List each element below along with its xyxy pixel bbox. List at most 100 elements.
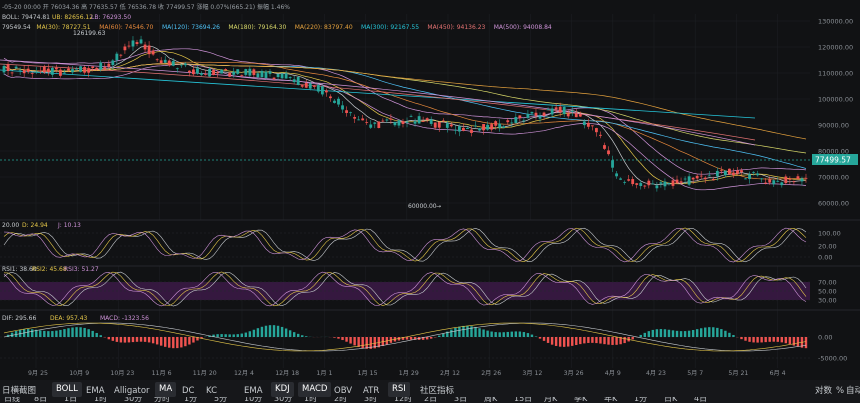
- macd-bar: [486, 330, 489, 337]
- candle-body: [268, 71, 272, 74]
- timeframe-23[interactable]: 4日: [694, 397, 707, 403]
- macd-bar: [695, 329, 699, 337]
- timeframe-3[interactable]: 1时: [94, 397, 107, 403]
- candle-body: [603, 145, 606, 149]
- timeframe-13[interactable]: 12时: [394, 397, 412, 403]
- candle-body: [139, 39, 143, 44]
- timeframe-0[interactable]: 日线: [4, 397, 20, 403]
- candle-body: [728, 168, 731, 175]
- macd-bar: [534, 336, 538, 337]
- candle-body: [554, 107, 558, 110]
- price-axis-label: 60000.00: [818, 200, 849, 208]
- timeframe-4[interactable]: 30分: [124, 397, 142, 403]
- macd-bar: [699, 328, 703, 337]
- candle-body: [578, 114, 582, 117]
- macd-bar: [67, 328, 70, 337]
- candle-body: [659, 182, 663, 184]
- ma-info: 79549.54 MA(30): 78727.51 MA(60): 74546.70…: [2, 24, 552, 31]
- price-chart[interactable]: 77499.57 126199.63 60000.00 → 130000.00 1…: [0, 0, 860, 380]
- timeframe-15[interactable]: 3日: [454, 397, 467, 403]
- candle-body: [655, 185, 659, 189]
- timeframe-14[interactable]: 2日: [424, 397, 437, 403]
- ma-info-item: MA(180): 79164.30: [228, 24, 286, 31]
- candle-body: [312, 85, 316, 87]
- macd-bar: [575, 337, 578, 345]
- candle-body: [83, 67, 87, 73]
- candle-body: [377, 121, 381, 128]
- ma-info-item: MA(30): 78727.51: [36, 24, 90, 31]
- macd-bar: [675, 330, 679, 337]
- time-axis-label: 5月 7: [687, 370, 703, 377]
- candle-body: [784, 176, 788, 184]
- macd-bar: [712, 327, 715, 337]
- macd-bar: [75, 327, 78, 337]
- macd-bar: [466, 325, 469, 337]
- time-axis-label: 3月 12: [522, 370, 542, 377]
- macd-bar: [687, 330, 691, 337]
- timeframe-22[interactable]: 日K: [664, 397, 677, 403]
- macd-bar: [679, 331, 683, 337]
- timeframe-21[interactable]: 1分: [634, 397, 647, 403]
- candle-body: [542, 112, 546, 116]
- macd-bar: [172, 337, 175, 349]
- macd-bar: [224, 334, 227, 337]
- candle-body: [353, 117, 357, 119]
- candle-body: [10, 72, 14, 74]
- candle-body: [393, 121, 397, 126]
- candle-body: [441, 120, 445, 122]
- timeframe-19[interactable]: 季K: [574, 397, 587, 403]
- toolbar-item-kdj[interactable]: KDJ: [271, 382, 294, 397]
- timeframe-9[interactable]: 30分: [274, 397, 292, 403]
- candle-body: [349, 112, 353, 114]
- timeframe-16[interactable]: 周K: [484, 397, 497, 403]
- timeframe-10[interactable]: 1时: [304, 397, 317, 403]
- timeframe-17[interactable]: 15日: [514, 397, 532, 403]
- macd-bar: [155, 337, 159, 345]
- toolbar-item-macd[interactable]: MACD: [298, 382, 332, 397]
- timeframe-8[interactable]: 10分: [244, 397, 262, 403]
- timeframe-7[interactable]: 5分: [214, 397, 227, 403]
- candle-body: [329, 96, 332, 99]
- macd-bar: [506, 331, 509, 337]
- macd-bar: [442, 333, 445, 337]
- macd-bar: [542, 337, 546, 341]
- macd-bar: [131, 337, 135, 343]
- timeframe-18[interactable]: 月K: [544, 397, 557, 403]
- candle-body: [780, 182, 784, 186]
- toolbar-item-ma[interactable]: MA: [155, 382, 177, 397]
- macd-bar: [337, 337, 340, 339]
- candle-body: [325, 90, 328, 93]
- timeframe-12[interactable]: 3时: [364, 397, 377, 403]
- candle-body: [526, 113, 530, 118]
- candle-body: [143, 44, 147, 50]
- macd-bar: [164, 337, 167, 347]
- macd-bar: [740, 337, 743, 340]
- candle-body: [453, 129, 457, 131]
- macd-bar: [301, 335, 304, 337]
- macd-bar: [31, 329, 34, 337]
- timeframe-20[interactable]: 年K: [604, 397, 617, 403]
- kdj-panel: 100.00 20.00 0.00 20.00 D: 24.94 J: 10.13: [0, 219, 860, 266]
- timeframe-1[interactable]: 8日: [34, 397, 47, 403]
- candle-body: [732, 172, 735, 176]
- time-axis-label: 3月 26: [564, 370, 584, 377]
- toolbar-item-boll[interactable]: BOLL: [52, 382, 82, 397]
- time-axis-label: 9月 25: [28, 370, 48, 377]
- indicator-axis-label: -5000.00: [818, 355, 847, 363]
- timeframe-5[interactable]: 分时: [154, 397, 170, 403]
- macd-bar: [756, 337, 759, 343]
- ma-info-item: MA(60): 74546.70: [99, 24, 153, 31]
- time-axis-label: 5月 21: [728, 370, 748, 377]
- candle-body: [357, 119, 361, 121]
- toolbar-item-rsi[interactable]: RSI: [388, 382, 410, 397]
- timeframe-2[interactable]: 1日: [64, 397, 77, 403]
- macd-bar: [147, 337, 151, 343]
- timeframe-6[interactable]: 1分: [184, 397, 197, 403]
- candle-body: [22, 69, 26, 74]
- macd-bar: [256, 328, 260, 337]
- macd-bar: [454, 327, 457, 337]
- timeframe-11[interactable]: 2时: [334, 397, 347, 403]
- candle-body: [320, 86, 324, 95]
- macd-bar: [663, 329, 667, 337]
- candle-body: [623, 181, 627, 183]
